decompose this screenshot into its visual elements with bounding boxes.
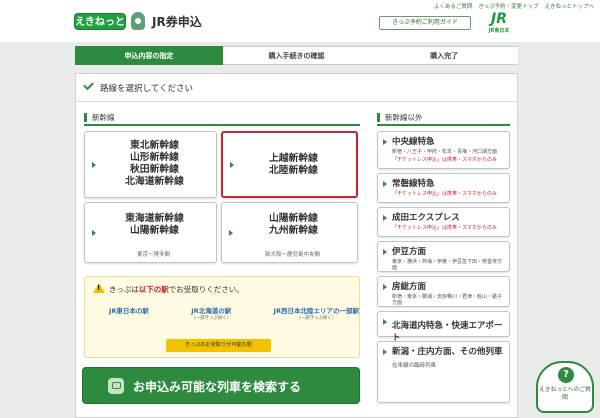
- rail-boso-title: 房総方面: [392, 282, 427, 292]
- top-links: よくあるご質問 きっぷ予約・変更トップ えきねっとトップへ: [434, 2, 594, 10]
- rail-chuo-title: 中央線特急: [392, 137, 435, 147]
- step-2: 購入手続きの確認: [222, 46, 371, 65]
- shinkansen-rule: [84, 124, 360, 126]
- rail-niigata-title: 新潟・庄内方面、その他列車: [392, 347, 503, 357]
- rail-nex-button[interactable]: 成田エクスプレス 「チケットレス申込」は携帯・スマホからのみ: [377, 207, 510, 237]
- route-header: 路線を選択してください: [76, 74, 517, 102]
- shinkansen-tokaido-label: 東海道新幹線 山陽新幹線: [125, 213, 184, 236]
- help-widget[interactable]: ? えきねっとへのご質問: [536, 361, 594, 413]
- ticket-top-link[interactable]: きっぷ予約・変更トップ: [478, 2, 538, 10]
- arrow-icon: [383, 249, 387, 255]
- search-icon: [108, 378, 124, 394]
- rail-boso-desc: 新宿・東京・勝浦・安房鴨川・君津・館山・銚子方面: [392, 294, 503, 306]
- shinkansen-tohoku-label: 東北新幹線 山形新幹線 秋田新幹線 北海道新幹線: [125, 140, 184, 187]
- step-3: 購入完了: [370, 46, 519, 65]
- rail-nex-ticketless: 「チケットレス申込」は携帯・スマホからのみ: [392, 225, 497, 231]
- arrow-icon: [230, 161, 234, 168]
- arrow-icon: [383, 349, 387, 355]
- shinkansen-title: 新幹線: [84, 113, 115, 122]
- route-heading: 路線を選択してください: [100, 84, 193, 94]
- rail-hokkaido-button[interactable]: 北海道内特急・快速エアポート: [377, 311, 510, 343]
- search-trains-label: お申込み可能な列車を検索する: [133, 380, 302, 394]
- progress-steps: 申込内容の指定 購入手続きの確認 購入完了: [75, 46, 519, 65]
- arrow-icon: [383, 319, 387, 325]
- arrow-icon: [383, 181, 387, 187]
- other-lines-rule: [377, 124, 510, 126]
- rail-joban-ticketless: 「チケットレス申込」は携帯・スマホからのみ: [392, 191, 497, 197]
- arrow-icon: [383, 284, 387, 290]
- rail-niigata-desc: 在来線の臨時列車: [392, 363, 437, 369]
- arrow-icon: [92, 229, 96, 236]
- shinkansen-sanyo-sub: 新大阪〜鹿児島中央間: [264, 252, 320, 258]
- search-trains-button[interactable]: お申込み可能な列車を検索する: [82, 367, 360, 404]
- header: よくあるご質問 きっぷ予約・変更トップ えきねっとトップへ えきねっと JR券申…: [0, 0, 600, 42]
- shinkansen-tokaido-button[interactable]: 東海道新幹線 山陽新幹線 東京〜博多間: [84, 202, 217, 263]
- ticket-icon: [131, 12, 145, 30]
- shinkansen-sanyo-label: 山陽新幹線 九州新幹線: [269, 213, 318, 236]
- station-jr-hokkaido[interactable]: JR北海道の駅 （一部きっぷ除く）: [191, 305, 231, 321]
- rail-chuo-ticketless: 「チケットレス申込」は携帯・スマホからのみ: [392, 157, 497, 163]
- other-lines-title: 新幹線以外: [377, 113, 423, 122]
- pickup-stations-button[interactable]: きっぷのお受取りが可能な駅: [166, 339, 271, 352]
- jr-logo: JR JR東日本: [488, 11, 510, 34]
- page-title: JR券申込: [152, 15, 202, 29]
- shinkansen-tohoku-button[interactable]: 東北新幹線 山形新幹線 秋田新幹線 北海道新幹線: [84, 131, 217, 198]
- shinkansen-tokaido-sub: 東京〜博多間: [136, 252, 170, 258]
- shinkansen-joetsu-button[interactable]: 上越新幹線 北陸新幹線: [221, 131, 358, 198]
- step-1: 申込内容の指定: [75, 46, 223, 65]
- shinkansen-sanyo-button[interactable]: 山陽新幹線 九州新幹線 新大阪〜鹿児島中央間: [221, 202, 358, 263]
- rail-joban-button[interactable]: 常磐線特急 「チケットレス申込」は携帯・スマホからのみ: [377, 173, 510, 203]
- rail-izu-button[interactable]: 伊豆方面 東京・横浜・熱海・伊東・伊豆急下田・修善寺方面: [377, 241, 510, 272]
- notice-text: きっぷは以下の駅でお受取りください。: [109, 285, 244, 294]
- rail-chuo-desc: 新宿・八王子・甲府・松本・青梅・河口湖方面: [392, 149, 498, 155]
- rail-joban-title: 常磐線特急: [392, 179, 435, 189]
- station-list: JR東日本の駅 JR北海道の駅 （一部きっぷ除く） JR西日本北陸エリアの一部駅（…: [109, 305, 359, 321]
- ekinet-logo[interactable]: えきねっと: [74, 13, 126, 30]
- arrow-icon: [92, 161, 96, 168]
- rail-izu-title: 伊豆方面: [392, 247, 427, 257]
- warning-icon: [93, 283, 105, 293]
- station-jr-west[interactable]: JR西日本北陸エリアの一部駅 （一部きっぷ除く）: [274, 305, 359, 321]
- arrow-icon: [229, 229, 233, 236]
- faq-link[interactable]: よくあるご質問: [434, 2, 473, 10]
- rail-chuo-button[interactable]: 中央線特急 新宿・八王子・甲府・松本・青梅・河口湖方面 「チケットレス申込」は携…: [377, 131, 510, 169]
- arrow-icon: [383, 215, 387, 221]
- pickup-notice: きっぷは以下の駅でお受取りください。 JR東日本の駅 JR北海道の駅（一部きっぷ…: [84, 276, 360, 358]
- arrow-icon: [383, 139, 387, 145]
- rail-nex-title: 成田エクスプレス: [392, 213, 460, 223]
- station-jr-east[interactable]: JR東日本の駅: [109, 305, 149, 321]
- ekinet-top-link[interactable]: えきねっとトップへ: [545, 2, 594, 10]
- question-icon: ?: [558, 367, 574, 383]
- rail-niigata-button[interactable]: 新潟・庄内方面、その他列車 在来線の臨時列車: [377, 341, 510, 403]
- rail-hokkaido-title: 北海道内特急・快速エアポート: [392, 321, 503, 343]
- shinkansen-joetsu-label: 上越新幹線 北陸新幹線: [269, 153, 318, 176]
- rail-izu-desc: 東京・横浜・熱海・伊東・伊豆急下田・修善寺方面: [392, 259, 503, 271]
- check-icon: [83, 79, 94, 91]
- rail-boso-button[interactable]: 房総方面 新宿・東京・勝浦・安房鴨川・君津・館山・銚子方面: [377, 276, 510, 307]
- guide-button[interactable]: きっぷ予約ご利用ガイド: [379, 16, 471, 30]
- help-label: えきねっとへのご質問: [539, 387, 591, 401]
